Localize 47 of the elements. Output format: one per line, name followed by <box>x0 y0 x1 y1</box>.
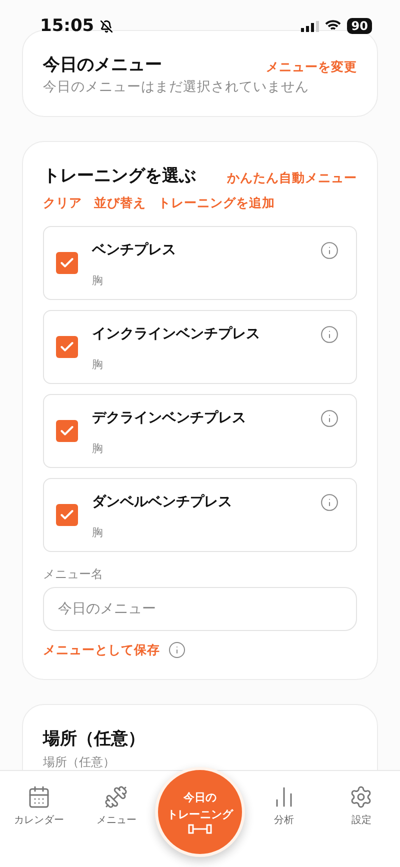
auto-menu-link[interactable]: かんたん自動メニュー <box>227 170 357 187</box>
card-subtitle: 今日のメニューはまだ選択されていません <box>43 78 310 96</box>
exercise-row[interactable]: インクラインベンチプレス 胸 <box>43 310 357 384</box>
signal-icon <box>301 20 320 32</box>
info-icon[interactable] <box>320 493 339 512</box>
battery-level: 90 <box>347 18 372 34</box>
info-icon[interactable] <box>320 241 339 260</box>
dumbbell-icon <box>187 824 213 834</box>
body-part: 胸 <box>92 525 104 540</box>
exercise-name: インクラインベンチプレス <box>92 325 261 343</box>
card-title: トレーニングを選ぶ <box>43 165 196 187</box>
exercise-row[interactable]: デクラインベンチプレス 胸 <box>43 394 357 468</box>
calendar-icon <box>26 785 51 809</box>
exercise-row[interactable]: ダンベルベンチプレス 胸 <box>43 478 357 552</box>
field-label: 場所（任意） <box>43 754 116 771</box>
menu-name-field[interactable]: 今日のメニュー <box>43 587 357 631</box>
tab-item[interactable]: 設定 <box>322 771 400 827</box>
info-icon[interactable] <box>320 325 339 344</box>
body-part: 胸 <box>92 441 104 456</box>
checkbox[interactable] <box>56 336 78 358</box>
wifi-icon <box>325 20 342 32</box>
today-training-button[interactable]: 今日の トレーニング <box>155 767 245 857</box>
tab-item[interactable]: カレンダー <box>0 771 78 827</box>
checkbox[interactable] <box>56 420 78 442</box>
tab-item[interactable]: メニュー <box>78 771 155 827</box>
action-link[interactable]: クリア <box>43 195 82 212</box>
action-link[interactable]: トレーニングを追加 <box>158 195 275 212</box>
save-menu-link[interactable]: メニューとして保存 <box>43 642 160 658</box>
settings-icon <box>349 785 374 809</box>
checkbox[interactable] <box>56 252 78 274</box>
card-title: 今日のメニュー <box>43 54 162 76</box>
info-icon[interactable] <box>168 641 186 659</box>
status-time: 15:05 <box>40 16 94 36</box>
exercise-name: デクラインベンチプレス <box>92 409 247 427</box>
exercise-name: ダンベルベンチプレス <box>92 493 233 511</box>
body-part: 胸 <box>92 273 104 288</box>
tab-item[interactable]: 分析 <box>245 771 322 827</box>
dumbbell-icon <box>104 785 128 809</box>
action-link[interactable]: 並び替え <box>94 195 146 212</box>
card-title: 場所（任意） <box>43 729 145 749</box>
info-icon[interactable] <box>320 409 339 428</box>
exercise-row[interactable]: ベンチプレス 胸 <box>43 226 357 300</box>
field-label: メニュー名 <box>43 566 104 583</box>
change-menu-link[interactable]: メニューを変更 <box>266 59 357 76</box>
checkbox[interactable] <box>56 504 78 526</box>
body-part: 胸 <box>92 357 104 372</box>
exercise-name: ベンチプレス <box>92 241 177 259</box>
